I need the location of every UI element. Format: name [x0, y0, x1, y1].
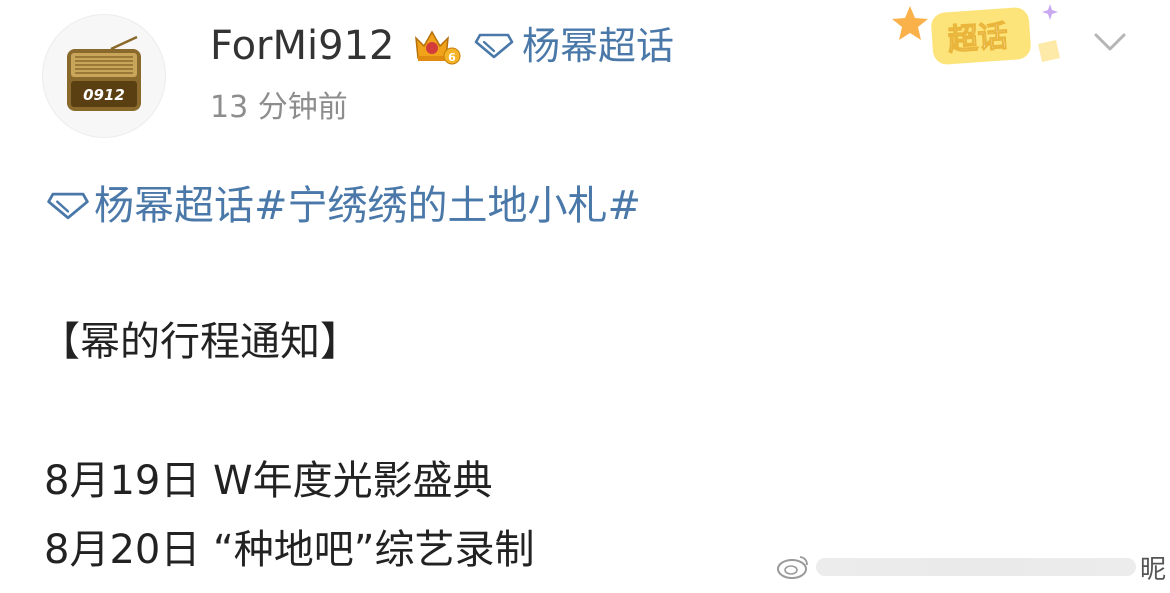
username[interactable]: ForMi912 [210, 22, 394, 70]
crown-level-icon: 6 [410, 26, 464, 66]
schedule-line: 8月20日 “种地吧”综艺录制 [44, 527, 535, 573]
watermark: 昵 [776, 550, 1170, 585]
schedule-line: 8月19日 W年度光影盛典 [44, 458, 493, 504]
avatar[interactable]: 0912 [42, 14, 166, 138]
chevron-down-icon[interactable] [1090, 28, 1130, 56]
supertopic-label: 杨幂超话 [522, 24, 675, 68]
avatar-text: 0912 [83, 86, 125, 104]
diamond-icon [47, 192, 89, 220]
watermark-text: 昵 [1140, 554, 1167, 585]
topic-hashtag-link[interactable]: 杨幂超话#宁绣绣的土地小札# [46, 180, 641, 232]
supertopic-link[interactable]: 杨幂超话 [474, 22, 674, 70]
radio-icon: 0912 [67, 35, 141, 111]
topic-line-text: 杨幂超话#宁绣绣的土地小札# [94, 183, 642, 229]
weibo-logo-icon [777, 556, 808, 579]
watermark-blur [816, 558, 1136, 576]
badge-level: 6 [448, 51, 456, 64]
section-title: 【幂的行程通知】 [40, 319, 360, 365]
chaohua-badge-label: 超话 [947, 19, 1009, 58]
timestamp: 13 分钟前 [210, 90, 348, 125]
diamond-icon [474, 33, 514, 59]
chaohua-badge[interactable]: 超话 [892, 0, 1074, 74]
